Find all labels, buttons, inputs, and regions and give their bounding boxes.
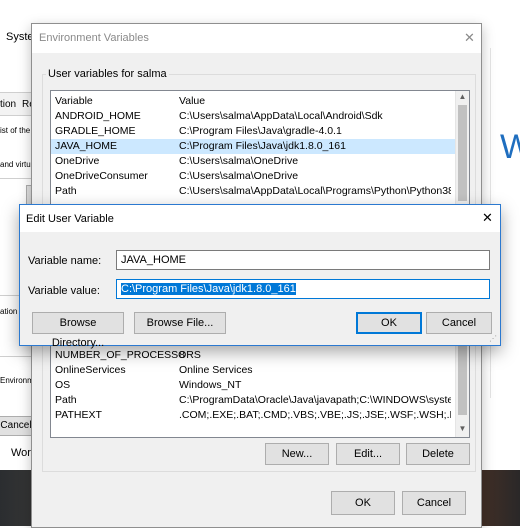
user-variables-group-label: User variables for salma (46, 68, 169, 80)
system-variables-table[interactable]: NUMBER_OF_PROCESSORS 8 OnlineServices On… (50, 342, 470, 438)
variable-value: C:\Users\salma\OneDrive (179, 170, 299, 182)
column-header-variable[interactable]: Variable (55, 94, 93, 109)
edit-dialog-title: Edit User Variable (26, 213, 114, 225)
variable-value: C:\Users\salma\AppData\Local\Programs\Py… (179, 185, 451, 197)
edit-system-variable-button[interactable]: Edit... (336, 443, 400, 465)
variable-value: C:\Users\salma\OneDrive (179, 155, 299, 167)
table-header: Variable Value (51, 94, 455, 109)
scroll-down-icon[interactable]: ▼ (456, 423, 469, 435)
variable-value-label: Variable value: (28, 285, 100, 297)
close-icon[interactable]: ✕ (464, 30, 475, 46)
variable-value: Online Services (179, 364, 253, 376)
variable-name: ANDROID_HOME (55, 110, 141, 122)
variable-name: Path (55, 185, 77, 197)
variable-name-input[interactable]: JAVA_HOME (116, 250, 490, 270)
scroll-up-icon[interactable]: ▲ (456, 91, 469, 103)
env-dialog-title: Environment Variables (39, 32, 149, 44)
selected-text: C:\Program Files\Java\jdk1.8.0_161 (121, 283, 296, 295)
table-row[interactable]: OneDrive C:\Users\salma\OneDrive (51, 154, 455, 169)
cancel-button[interactable]: Cancel (426, 312, 492, 334)
resize-grip-icon[interactable]: ⋰ (489, 334, 497, 343)
user-variables-table[interactable]: Variable Value ANDROID_HOME C:\Users\sal… (50, 90, 470, 206)
variable-name: OS (55, 379, 71, 391)
table-row[interactable]: NUMBER_OF_PROCESSORS 8 (51, 348, 455, 363)
table-row[interactable]: OneDriveConsumer C:\Users\salma\OneDrive (51, 169, 455, 184)
variable-name: Path (55, 394, 77, 406)
variable-value: C:\Program Files\Java\jdk1.8.0_161 (179, 140, 346, 152)
table-row[interactable]: OnlineServices Online Services (51, 363, 455, 378)
table-row[interactable]: Path C:\Users\salma\AppData\Local\Progra… (51, 184, 455, 199)
background-cancel-button[interactable]: Cancel (0, 416, 34, 436)
variable-name: OneDriveConsumer (55, 170, 148, 182)
browse-directory-button[interactable]: Browse Directory... (32, 312, 124, 349)
variable-value: C:\Users\salma\AppData\Local\Android\Sdk (179, 110, 383, 122)
table-row[interactable]: ANDROID_HOME C:\Users\salma\AppData\Loca… (51, 109, 455, 124)
variable-name-label: Variable name: (28, 255, 102, 267)
new-system-variable-button[interactable]: New... (265, 443, 329, 465)
system-table-scrollbar[interactable]: ▼ (455, 343, 469, 437)
table-row[interactable]: PATHEXT .COM;.EXE;.BAT;.CMD;.VBS;.VBE;.J… (51, 408, 455, 423)
variable-value: Windows_NT (179, 379, 242, 391)
variable-name: PATHEXT (55, 409, 102, 421)
table-row[interactable]: GRADLE_HOME C:\Program Files\Java\gradle… (51, 124, 455, 139)
user-table-scrollbar[interactable]: ▲ (455, 91, 469, 205)
variable-value: .COM;.EXE;.BAT;.CMD;.VBS;.VBE;.JS;.JSE;.… (179, 409, 451, 421)
variable-name: JAVA_HOME (55, 140, 118, 152)
variable-name: OneDrive (55, 155, 100, 167)
scrollbar-thumb[interactable] (458, 105, 467, 201)
variable-value-input[interactable]: C:\Program Files\Java\jdk1.8.0_161 (116, 279, 490, 299)
edit-user-variable-dialog: Edit User Variable ✕ Variable name: JAVA… (19, 204, 501, 349)
column-header-value[interactable]: Value (179, 94, 451, 109)
table-row[interactable]: Path C:\ProgramData\Oracle\Java\javapath… (51, 393, 455, 408)
table-row-selected[interactable]: JAVA_HOME C:\Program Files\Java\jdk1.8.0… (51, 139, 455, 154)
background-big-letter: W (500, 128, 520, 166)
variable-name: GRADLE_HOME (55, 125, 136, 137)
close-icon[interactable]: ✕ (482, 210, 493, 226)
variable-value: 8 (179, 349, 185, 361)
background-text-4: Environm (0, 376, 34, 385)
browse-file-button[interactable]: Browse File... (134, 312, 226, 334)
variable-value: C:\ProgramData\Oracle\Java\javapath;C:\W… (179, 394, 451, 406)
variable-name: OnlineServices (55, 364, 126, 376)
cancel-button[interactable]: Cancel (402, 491, 466, 515)
ok-button[interactable]: OK (331, 491, 395, 515)
table-row[interactable]: OS Windows_NT (51, 378, 455, 393)
ok-button[interactable]: OK (356, 312, 422, 334)
variable-value: C:\Program Files\Java\gradle-4.0.1 (179, 125, 342, 137)
delete-system-variable-button[interactable]: Delete (406, 443, 470, 465)
background-tab-1[interactable]: tion (0, 99, 16, 110)
scrollbar-thumb[interactable] (458, 343, 467, 415)
